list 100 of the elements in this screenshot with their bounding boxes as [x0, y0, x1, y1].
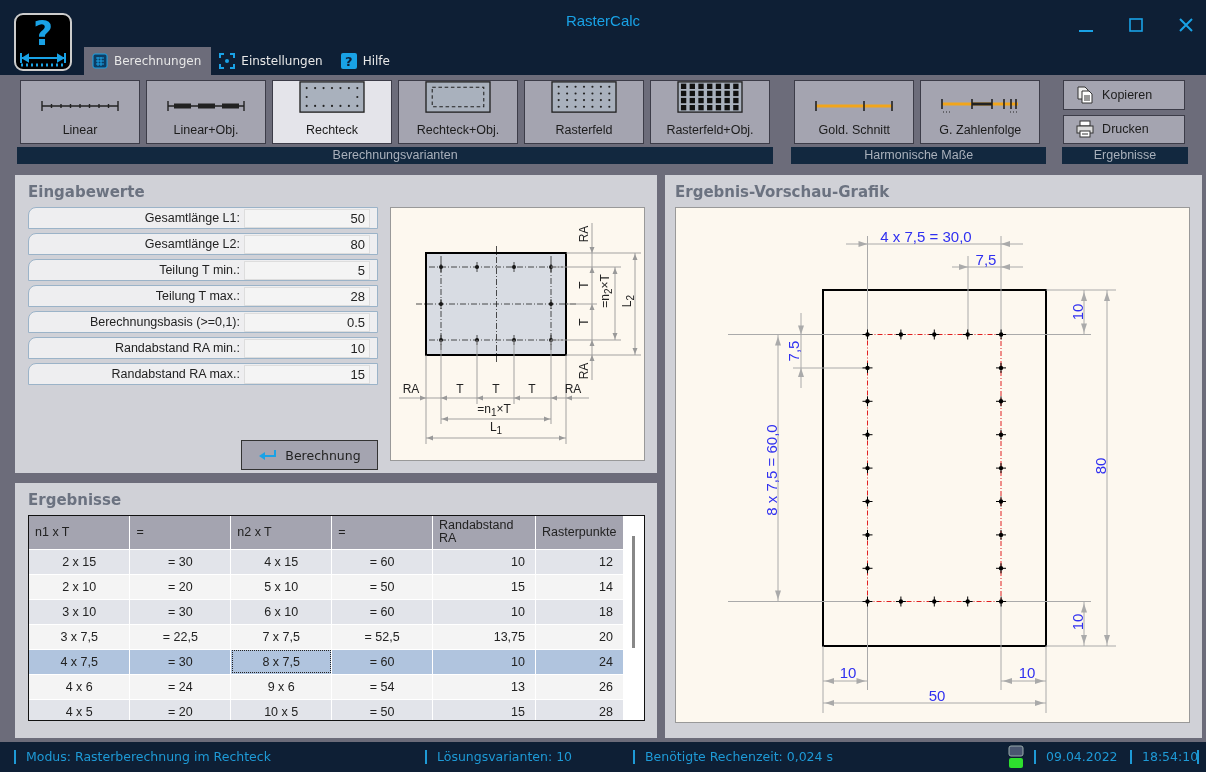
- table-cell: = 50: [331, 574, 433, 599]
- column-header[interactable]: n1 x T: [29, 516, 130, 549]
- ribbon-button[interactable]: Rechteck+Obj.: [398, 80, 518, 144]
- table-cell: 26: [535, 674, 624, 699]
- panel-title: Eingabewerte: [28, 183, 146, 201]
- column-header[interactable]: Rasterpunkte: [535, 516, 624, 549]
- column-header[interactable]: Randabstand RA: [432, 516, 536, 549]
- dimension-label: RA: [578, 362, 590, 380]
- table-cell: = 54: [331, 674, 433, 699]
- table-cell: = 20: [129, 574, 231, 599]
- column-header[interactable]: =: [129, 516, 231, 549]
- table-cell: = 30: [129, 649, 231, 674]
- table-cell: = 52,5: [331, 624, 433, 649]
- table-cell: = 60: [331, 599, 433, 624]
- status-variants: Lösungsvarianten: 10: [425, 750, 633, 764]
- field-label: Teilung T max.:: [154, 289, 241, 303]
- table-cell: = 30: [129, 599, 231, 624]
- input-field[interactable]: 5: [244, 260, 370, 280]
- database-icon: [1008, 745, 1024, 769]
- status-mode: Modus: Rasterberechnung im Rechteck: [14, 750, 425, 764]
- table-cell: = 24: [129, 674, 231, 699]
- table-cell: = 22,5: [129, 624, 231, 649]
- panel-title: Ergebnisse: [28, 491, 123, 509]
- group-label: Harmonische Maße: [791, 147, 1047, 164]
- table-cell: 3 x 10: [29, 599, 130, 624]
- table-cell: 2 x 15: [29, 549, 130, 574]
- column-header[interactable]: =: [331, 516, 433, 549]
- column-header[interactable]: n2 x T: [230, 516, 332, 549]
- dimension-label: T: [492, 383, 500, 395]
- status-date: 09.04.2022: [1034, 750, 1130, 764]
- dimension-label: T: [578, 281, 590, 289]
- menu-tab[interactable]: Einstellungen: [211, 47, 333, 75]
- table-cell: 9 x 6: [230, 674, 332, 699]
- table-cell: 13,75: [432, 624, 536, 649]
- table-cell: 10: [432, 649, 536, 674]
- dimension-label: L$_{1}$: [489, 420, 503, 438]
- panel-title: Ergebnis-Vorschau-Grafik: [675, 183, 891, 201]
- calculate-button[interactable]: Berechnung: [241, 440, 378, 470]
- table-cell: 4 x 6: [29, 674, 130, 699]
- close-icon[interactable]: [1178, 17, 1194, 33]
- table-cell: 15: [432, 574, 536, 599]
- segmented-line-icon: [166, 99, 246, 113]
- input-field[interactable]: 80: [244, 234, 370, 254]
- table-cell: 13: [432, 674, 536, 699]
- input-field[interactable]: 10: [244, 338, 370, 358]
- window-title: RasterCalc: [565, 12, 641, 31]
- ribbon-button[interactable]: Rasterfeld: [524, 80, 644, 144]
- input-field[interactable]: 15: [244, 364, 370, 384]
- dimension-label: 80: [1091, 457, 1109, 475]
- menu-tab[interactable]: ? Hilfe: [332, 47, 400, 75]
- table-cell: 4 x 7,5: [29, 649, 130, 674]
- ribbon-button[interactable]: Kopieren: [1063, 80, 1186, 110]
- table-cell: 7 x 7,5: [230, 624, 332, 649]
- status-clock: 18:54:10: [1130, 750, 1199, 764]
- dimension-label: 10: [1068, 613, 1086, 631]
- enter-icon: [258, 449, 279, 461]
- ribbon-button[interactable]: Drucken: [1063, 114, 1186, 144]
- field-label: Berechnungsbasis (>=0,1):: [88, 315, 241, 329]
- table-cell: = 50: [331, 699, 433, 720]
- table-cell: 4 x 15: [230, 549, 332, 574]
- dimension-label: 7,5: [784, 340, 802, 362]
- table-cell: 10: [432, 549, 536, 574]
- table-cell: 28: [535, 699, 624, 720]
- ribbon-button[interactable]: Linear: [20, 80, 140, 144]
- ribbon-button[interactable]: Rasterfeld+Obj.: [650, 80, 770, 144]
- dimension-label: 10: [1018, 663, 1036, 681]
- ribbon-button[interactable]: Gold. Schnitt: [794, 80, 915, 144]
- dimension-label: T: [528, 383, 536, 395]
- table-cell: 15: [432, 699, 536, 720]
- printer-icon: [1076, 120, 1095, 139]
- maximize-icon[interactable]: [1128, 17, 1144, 33]
- ribbon-button[interactable]: G. Zahlenfolge: [920, 80, 1041, 144]
- dimension-label: RA: [402, 383, 420, 395]
- group-label: Ergebnisse: [1062, 147, 1188, 164]
- dimension-label: RA: [578, 225, 590, 243]
- table-cell: 5 x 10: [230, 574, 332, 599]
- ribbon-button[interactable]: Linear+Obj.: [146, 80, 266, 144]
- table-cell: 10 x 5: [230, 699, 332, 720]
- input-field[interactable]: 50: [244, 208, 370, 228]
- table-cell: 24: [535, 649, 624, 674]
- sequence-line-icon: [940, 97, 1021, 113]
- table-cell: 10: [432, 599, 536, 624]
- ruler-icon: [40, 99, 120, 113]
- table-cell: 2 x 10: [29, 574, 130, 599]
- help-icon: ?: [340, 53, 357, 69]
- table-cell: = 60: [331, 649, 433, 674]
- scrollbar-thumb[interactable]: [632, 536, 635, 648]
- dimension-label: 10: [1068, 303, 1086, 321]
- input-field[interactable]: 0.5: [244, 312, 370, 332]
- input-field[interactable]: 28: [244, 286, 370, 306]
- menu-tab[interactable]: Berechnungen: [84, 47, 212, 75]
- dimension-label: 4 x 7,5 = 30,0: [880, 227, 972, 245]
- group-label: Berechnungsvarianten: [17, 147, 774, 164]
- table-cell: = 30: [129, 549, 231, 574]
- table-icon: [92, 53, 108, 69]
- ribbon-button[interactable]: Rechteck: [272, 80, 392, 144]
- app-logo: ?: [14, 13, 72, 71]
- dimension-label: 50: [928, 686, 946, 704]
- dimension-label: 8 x 7,5 = 60,0: [762, 424, 780, 516]
- field-label: Gesamtlänge L2:: [143, 237, 241, 251]
